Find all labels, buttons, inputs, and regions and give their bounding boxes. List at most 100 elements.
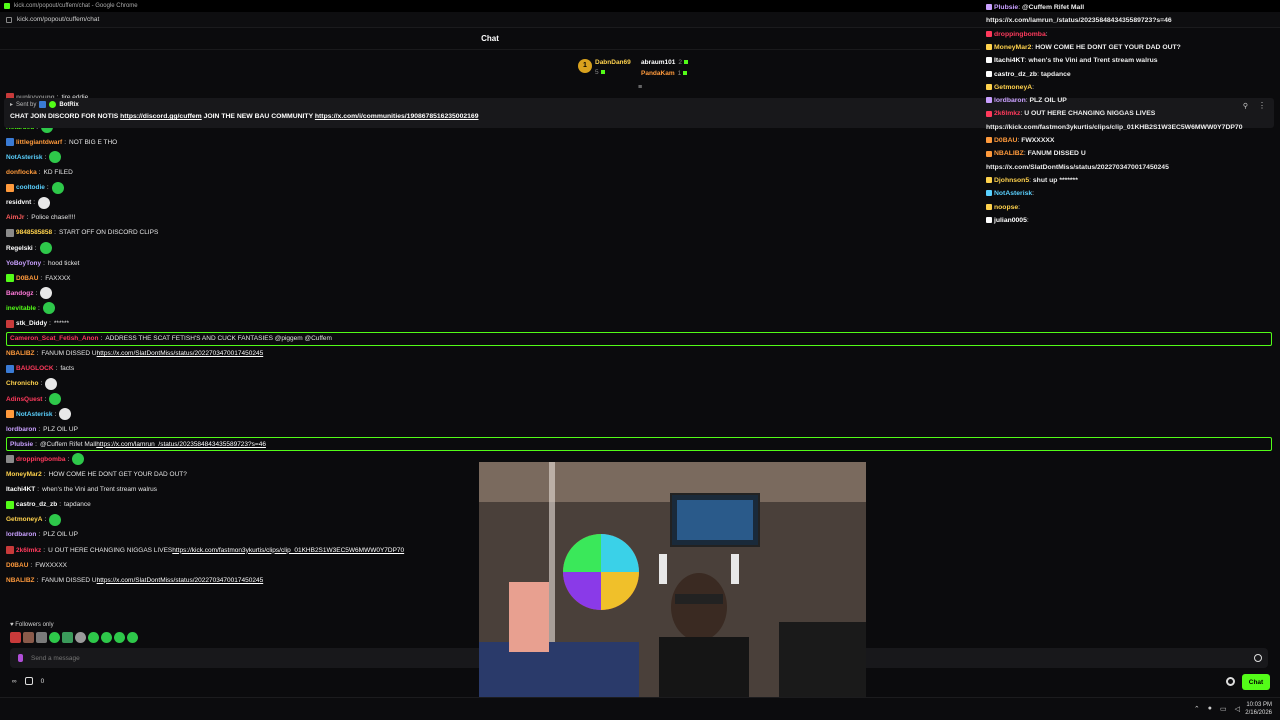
chat-username[interactable]: castro_dz_zb [16, 501, 57, 508]
chat-username[interactable]: Itachi4KT [6, 486, 35, 493]
volume-icon[interactable]: ◁ [1235, 705, 1240, 713]
chat-message[interactable]: castro_dz_zb: tapdance [6, 498, 91, 512]
chat-message-text: Police chase!!!! [31, 214, 76, 222]
chat-message[interactable]: GetmoneyA: [6, 513, 63, 527]
emote-icon[interactable] [88, 632, 99, 643]
window-title: kick.com/popout/cuffem/chat - Google Chr… [14, 3, 138, 9]
infinity-icon[interactable]: ∞ [12, 678, 17, 685]
emote-icon[interactable] [36, 632, 47, 643]
chevron-up-icon[interactable]: ⌃ [1194, 705, 1200, 713]
emote-quickbar[interactable] [10, 632, 138, 644]
chat-message[interactable]: droppingbomba: [6, 452, 86, 466]
leaderboard-entry[interactable]: abraum101 2 [641, 59, 688, 66]
chat-link[interactable]: https://x.com/SlatDontMiss/status/202270… [97, 350, 264, 357]
chat-username[interactable]: D0BAU [6, 562, 28, 569]
chat-message[interactable]: MoneyMar2: HOW COME HE DONT GET YOUR DAD … [6, 468, 187, 482]
chat-message[interactable]: Chronicho: [6, 377, 59, 391]
chat-message[interactable]: YoBoyTony: hood ticket [6, 256, 79, 270]
send-chat-button[interactable]: Chat [1242, 674, 1270, 690]
chat-username[interactable]: YoBoyTony [6, 260, 41, 267]
chat-message[interactable]: D0BAU: FWXXXXX [6, 558, 67, 572]
chat-username[interactable]: NotAsterisk [6, 154, 42, 161]
chat-username[interactable]: lordbaron [6, 426, 36, 433]
chat-username[interactable]: AdinsQuest [6, 396, 42, 403]
chat-username[interactable]: Chronicho [6, 380, 39, 387]
chat-username[interactable]: droppingbomba [16, 456, 65, 463]
chat-username[interactable]: 2k6lmkz [16, 547, 41, 554]
chat-message[interactable]: D0BAU: FAXXXX [6, 271, 71, 285]
chat-message-text: FANUM DISSED U [41, 576, 97, 584]
chat-username[interactable]: littlegiantdwarf [16, 139, 62, 146]
chat-username[interactable]: D0BAU [16, 275, 38, 282]
chat-message[interactable]: Regelski: [6, 241, 54, 255]
chat-message[interactable]: lordbaron: PLZ OIL UP [6, 528, 78, 542]
gift-leaderboard[interactable]: 1 DabnDan69 5 abraum101 2 PandaKam 1 [575, 56, 715, 84]
chat-message[interactable]: NotAsterisk: [6, 150, 63, 164]
chat-username[interactable]: donflocka [6, 169, 37, 176]
chat-link[interactable]: https://x.com/lamrun_/status/20235848434… [96, 441, 266, 448]
chat-message[interactable]: NBALIBZ: FANUM DISSED U https://x.com/Sla… [6, 573, 263, 587]
chat-username[interactable]: stk_Diddy [16, 320, 47, 327]
chat-username[interactable]: Plubsie [10, 441, 33, 448]
emote-icon[interactable] [101, 632, 112, 643]
discord-link[interactable]: https://discord.gg/cuffem [120, 113, 202, 120]
chat-username[interactable]: NBALIBZ [6, 350, 35, 357]
chat-message[interactable]: AdinsQuest: [6, 392, 63, 406]
emote-icon[interactable] [114, 632, 125, 643]
chat-message[interactable]: NotAsterisk: [6, 407, 73, 421]
network-icon[interactable]: ▭ [1220, 705, 1227, 713]
user-badge-icon [986, 110, 992, 117]
emote-icon[interactable] [23, 632, 34, 643]
chat-username[interactable]: Regelski [6, 245, 33, 252]
site-info-icon[interactable] [6, 16, 12, 23]
chat-username[interactable]: NotAsterisk [16, 411, 52, 418]
chat-message[interactable]: residvnt: [6, 196, 52, 210]
emote-icon [49, 393, 62, 405]
emote-icon[interactable] [10, 632, 21, 643]
chat-message[interactable]: BAUGLOCK: facts [6, 362, 74, 376]
emote-icon[interactable] [62, 632, 73, 643]
chat-link[interactable]: https://kick.com/fastmon3ykurtis/clips/c… [172, 547, 404, 554]
chat-message[interactable]: lordbaron: PLZ OIL UP [6, 422, 78, 436]
community-link[interactable]: https://x.com/i/communities/190867851623… [315, 113, 479, 120]
chat-username[interactable]: residvnt [6, 199, 31, 206]
chat-message[interactable]: littlegiantdwarf: NOT BIG E THO [6, 135, 117, 149]
chat-username[interactable]: inevitable [6, 305, 36, 312]
leaderboard-entry[interactable]: PandaKam 1 [641, 70, 688, 77]
chat-username[interactable]: Cameron_Scat_Fetish_Anon [10, 335, 99, 342]
chat-message[interactable]: NBALIBZ: FANUM DISSED U https://x.com/Sla… [6, 347, 263, 361]
settings-gear-icon[interactable] [1226, 677, 1235, 686]
emote-icon[interactable] [49, 632, 60, 643]
chat-username[interactable]: Bandogz [6, 290, 33, 297]
chat-message[interactable]: AimJr: Police chase!!!! [6, 211, 75, 225]
username-separator: : [36, 576, 39, 584]
chat-username[interactable]: 9848585858 [16, 229, 52, 236]
chat-message[interactable]: Itachi4KT: when's the Vini and Trent stre… [6, 483, 157, 497]
chat-message[interactable]: 2k6lmkz: U OUT HERE CHANGING NIGGAS LIVES… [6, 543, 404, 557]
taskbar-clock[interactable]: 10:03 PM 2/16/2026 [1245, 701, 1272, 717]
chat-message[interactable]: stk_Diddy: ****** [6, 317, 69, 331]
system-tray[interactable]: ⌃ ● ▭ ◁ [1194, 705, 1240, 713]
chat-header: Chat [0, 28, 980, 50]
chat-message[interactable]: cooltodie: [6, 181, 66, 195]
chat-message[interactable]: inevitable: [6, 301, 57, 315]
emote-icon[interactable] [127, 632, 138, 643]
emote-picker-icon[interactable] [1254, 654, 1262, 662]
leaderboard-entry[interactable]: DabnDan69 [595, 59, 631, 66]
chat-message[interactable]: Cameron_Scat_Fetish_Anon: ADDRESS THE SCA… [6, 331, 1272, 346]
chat-username[interactable]: lordbaron [6, 531, 36, 538]
mic-tray-icon[interactable]: ● [1208, 705, 1212, 713]
chat-username[interactable]: GetmoneyA [6, 516, 42, 523]
chat-message[interactable]: Bandogz: [6, 286, 54, 300]
chat-username[interactable]: AimJr [6, 214, 24, 221]
chat-message[interactable]: Plubsie: @Cuffem Rifet Mall https://x.com/… [6, 437, 1272, 452]
chat-username[interactable]: MoneyMar2 [6, 471, 42, 478]
chat-link[interactable]: https://x.com/SlatDontMiss/status/202270… [97, 577, 264, 584]
chat-username[interactable]: NBALIBZ [6, 577, 35, 584]
emote-icon[interactable] [75, 632, 86, 643]
chat-username[interactable]: cooltodie [16, 184, 45, 191]
url-text[interactable]: kick.com/popout/cuffem/chat [17, 16, 99, 23]
chat-message[interactable]: donflocka: KD FILED [6, 166, 73, 180]
chat-message[interactable]: 9848585858: START OFF ON DISCORD CLIPS [6, 226, 158, 240]
chat-username[interactable]: BAUGLOCK [16, 365, 54, 372]
